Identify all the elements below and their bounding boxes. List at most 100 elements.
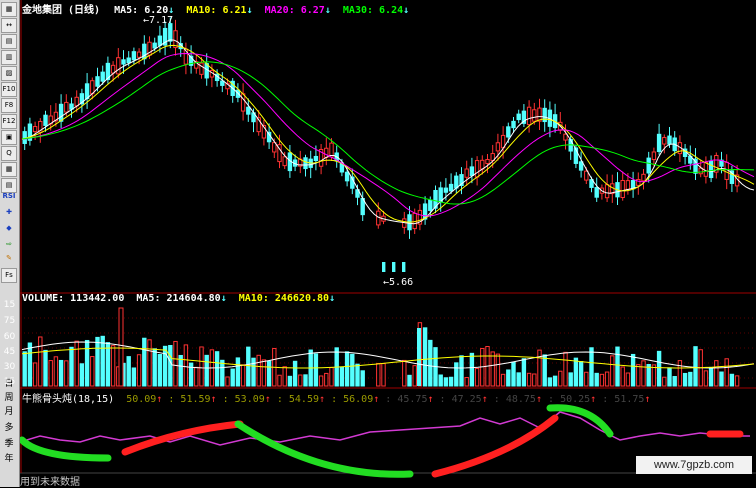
volume-bar <box>225 376 230 387</box>
ma10-value: MA10: 6.21 <box>186 5 247 16</box>
volume-bar <box>95 336 100 387</box>
candle-body <box>662 137 667 145</box>
volume-bar <box>682 372 688 387</box>
candle-body <box>220 80 225 86</box>
candle-body <box>443 187 449 193</box>
volume-bar <box>714 360 719 387</box>
toolbar-button-f8[interactable]: F8 <box>1 98 17 113</box>
volume-bar <box>729 373 735 387</box>
volume-bar <box>636 364 641 387</box>
volume-bar <box>131 367 137 387</box>
period-year[interactable]: 年 <box>1 451 17 464</box>
volume-bar <box>459 355 464 387</box>
candle-body <box>448 183 454 192</box>
volume-bar <box>53 356 59 387</box>
candlestick-series <box>22 17 740 272</box>
arrow-up-icon: ↑ <box>319 394 326 405</box>
volume-bar <box>235 357 241 387</box>
volume-bar <box>443 377 449 387</box>
volume-bar <box>376 362 381 387</box>
volume-bar <box>126 356 131 387</box>
volume-bar <box>214 351 220 387</box>
candle-body <box>168 23 173 42</box>
period-multi[interactable]: 多 <box>1 420 17 433</box>
volume-bar <box>516 372 521 387</box>
period-week[interactable]: 周 <box>1 390 17 403</box>
volume-bar <box>84 339 90 387</box>
diamond-icon[interactable]: ◆ <box>1 222 17 237</box>
vol-tick-6: 15 <box>3 377 16 387</box>
toolbar-button-2[interactable]: ↔ <box>1 18 17 33</box>
toolbar-button-f10[interactable]: F10 <box>1 82 17 97</box>
volume-bar <box>672 376 677 387</box>
candle-body <box>620 180 625 199</box>
toolbar-button-6[interactable]: ▣ <box>1 130 17 145</box>
candle-body <box>454 175 459 189</box>
volume-bar <box>500 373 506 387</box>
volume-bar <box>142 337 147 387</box>
volume-bar <box>662 376 667 387</box>
plus-icon[interactable]: ✚ <box>1 206 17 221</box>
arrow-up-icon: ↑ <box>373 394 380 405</box>
volume-bar <box>329 367 334 387</box>
volume-bar <box>615 346 620 387</box>
period-month[interactable]: 月 <box>1 404 17 417</box>
toolbar-button-7[interactable]: ▦ <box>1 162 17 177</box>
candle-body <box>526 106 532 126</box>
volume-bar <box>563 351 568 387</box>
toolbar-button-f12[interactable]: F12 <box>1 114 17 129</box>
volume-bar <box>251 357 256 387</box>
volume-bar <box>594 372 599 387</box>
volume-bar <box>256 354 261 387</box>
volume-bar <box>157 354 163 387</box>
toolbar-button-rsi[interactable]: RSI <box>1 190 17 205</box>
ma20-value: MA20: 6.27 <box>264 5 325 16</box>
candle-body <box>392 262 396 272</box>
candle-body <box>58 103 64 122</box>
volume-bar <box>188 362 194 387</box>
indicator-name: 牛熊骨头炖(18,15) <box>22 394 115 405</box>
volume-bar <box>344 351 350 387</box>
candle-body <box>532 109 537 122</box>
toolbar-button-4[interactable]: ▥ <box>1 50 17 65</box>
volume-bar <box>360 370 365 387</box>
volume-bar <box>43 349 48 387</box>
toolbar-button-3[interactable]: ▤ <box>1 34 17 49</box>
volume-bar <box>355 363 360 387</box>
toolbar-button-q[interactable]: Q <box>1 146 17 161</box>
volume-bar <box>547 377 553 387</box>
arrow-up-icon: ↑ <box>535 394 542 405</box>
volume-bar <box>438 374 443 387</box>
indicator-value-5: 56.09 <box>343 394 374 405</box>
volume-bar <box>521 358 527 387</box>
volume-bar <box>428 339 433 387</box>
toolbar-button-fs[interactable]: Fs <box>1 268 17 283</box>
arrow-down-icon: ↓ <box>220 293 227 304</box>
stock-chart[interactable] <box>20 0 756 487</box>
volume-bar <box>641 360 646 387</box>
bear-arc <box>20 436 112 462</box>
vol-tick-5: 30 <box>3 362 16 372</box>
toolbar-button-1[interactable]: ▦ <box>1 2 17 17</box>
candle-body <box>74 96 79 107</box>
candle-body <box>121 59 126 65</box>
volume-bar <box>537 349 542 387</box>
export-icon[interactable]: ⇨ <box>1 238 17 253</box>
candle-body <box>469 166 475 176</box>
volume-bar <box>246 346 251 387</box>
candle-body <box>464 168 469 178</box>
candle-body <box>90 80 95 95</box>
arrow-up-icon: ↑ <box>210 394 217 405</box>
period-quarter[interactable]: 季 <box>1 436 17 449</box>
candle-body <box>646 157 651 174</box>
volume-bar <box>625 372 631 387</box>
left-toolbar: ▦ ↔ ▤ ▥ ▨ F10 F8 F12 ▣ Q ▦ ▤ RSI ✚ ◆ ⇨ ✎… <box>0 0 20 487</box>
volume-bar <box>152 348 157 387</box>
pencil-icon[interactable]: ✎ <box>1 252 17 267</box>
toolbar-button-5[interactable]: ▨ <box>1 66 17 81</box>
volume-bar <box>688 371 693 387</box>
volume-bar <box>32 362 38 387</box>
volume-bar <box>630 353 636 387</box>
candle-body <box>126 57 131 64</box>
volume-bar <box>589 347 594 387</box>
